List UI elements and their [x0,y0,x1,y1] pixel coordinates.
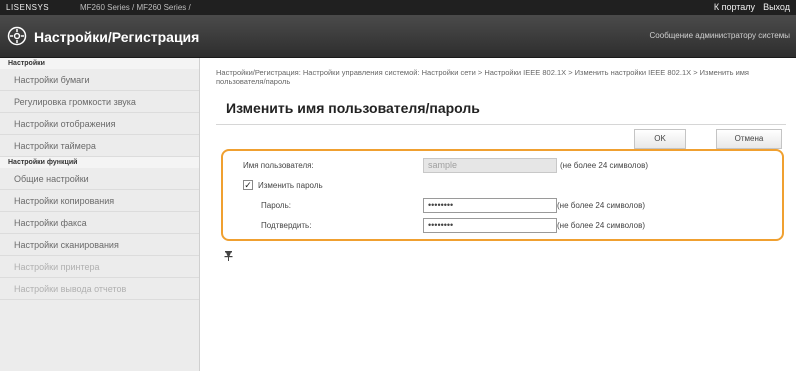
sidebar-item-scan[interactable]: Настройки сканирования [0,234,199,256]
sidebar-item-printer[interactable]: Настройки принтера [0,256,199,278]
sidebar-item-copy[interactable]: Настройки копирования [0,190,199,212]
printer-brand: LISENSYS [6,3,50,12]
sidebar-item-display[interactable]: Настройки отображения [0,113,199,135]
logout-link[interactable]: Выход [763,2,790,12]
username-label: Имя пользователя: [243,161,314,170]
password-field[interactable]: •••••••• [423,198,557,213]
password-row: Пароль: •••••••• (не более 24 символов) [223,197,779,215]
sidebar-item-volume[interactable]: Регулировка громкости звука [0,91,199,113]
password-label: Пароль: [261,201,291,210]
sidebar-item-paper[interactable]: Настройки бумаги [0,69,199,91]
top-bar: LISENSYS MF260 Series / MF260 Series / К… [0,0,796,15]
sidebar-section-settings: Настройки [0,58,199,69]
admin-message-link[interactable]: Сообщение администратору системы [650,31,790,40]
portal-link[interactable]: К порталу [714,2,755,12]
credentials-form: Имя пользователя: sample (не более 24 си… [221,149,784,241]
app-header: Настройки/Регистрация Сообщение админист… [0,15,796,58]
device-path: MF260 Series / MF260 Series / [80,3,191,12]
settings-gear-icon [7,26,27,46]
change-password-label: Изменить пароль [258,181,323,190]
sidebar-section-functions: Настройки функций [0,157,199,168]
password-hint: (не более 24 символов) [557,201,646,210]
pin-icon[interactable] [224,251,233,261]
confirm-label: Подтвердить: [261,221,312,230]
confirm-hint: (не более 24 символов) [557,221,646,230]
username-row: Имя пользователя: sample (не более 24 си… [223,157,779,175]
confirm-row: Подтвердить: •••••••• (не более 24 симво… [223,217,779,235]
top-links: К порталу Выход [714,2,790,12]
sidebar-item-timer[interactable]: Настройки таймера [0,135,199,157]
app-title: Настройки/Регистрация [34,29,200,45]
change-password-row: ✓ Изменить пароль [223,177,779,195]
sidebar-item-report-output[interactable]: Настройки вывода отчетов [0,278,199,300]
page-title: Изменить имя пользователя/пароль [226,100,480,116]
sidebar-item-common[interactable]: Общие настройки [0,168,199,190]
sidebar: Настройки Настройки бумаги Регулировка г… [0,58,200,371]
confirm-password-field[interactable]: •••••••• [423,218,557,233]
breadcrumb[interactable]: Настройки/Регистрация: Настройки управле… [216,68,786,86]
cancel-button[interactable]: Отмена [716,129,782,149]
username-hint: (не более 24 символов) [560,161,649,170]
ok-button[interactable]: OK [634,129,686,149]
action-bar: OK Отмена [216,124,786,149]
username-field[interactable]: sample [423,158,557,173]
main-content: Настройки/Регистрация: Настройки управле… [200,58,796,371]
change-password-checkbox[interactable]: ✓ [243,180,253,190]
sidebar-item-fax[interactable]: Настройки факса [0,212,199,234]
